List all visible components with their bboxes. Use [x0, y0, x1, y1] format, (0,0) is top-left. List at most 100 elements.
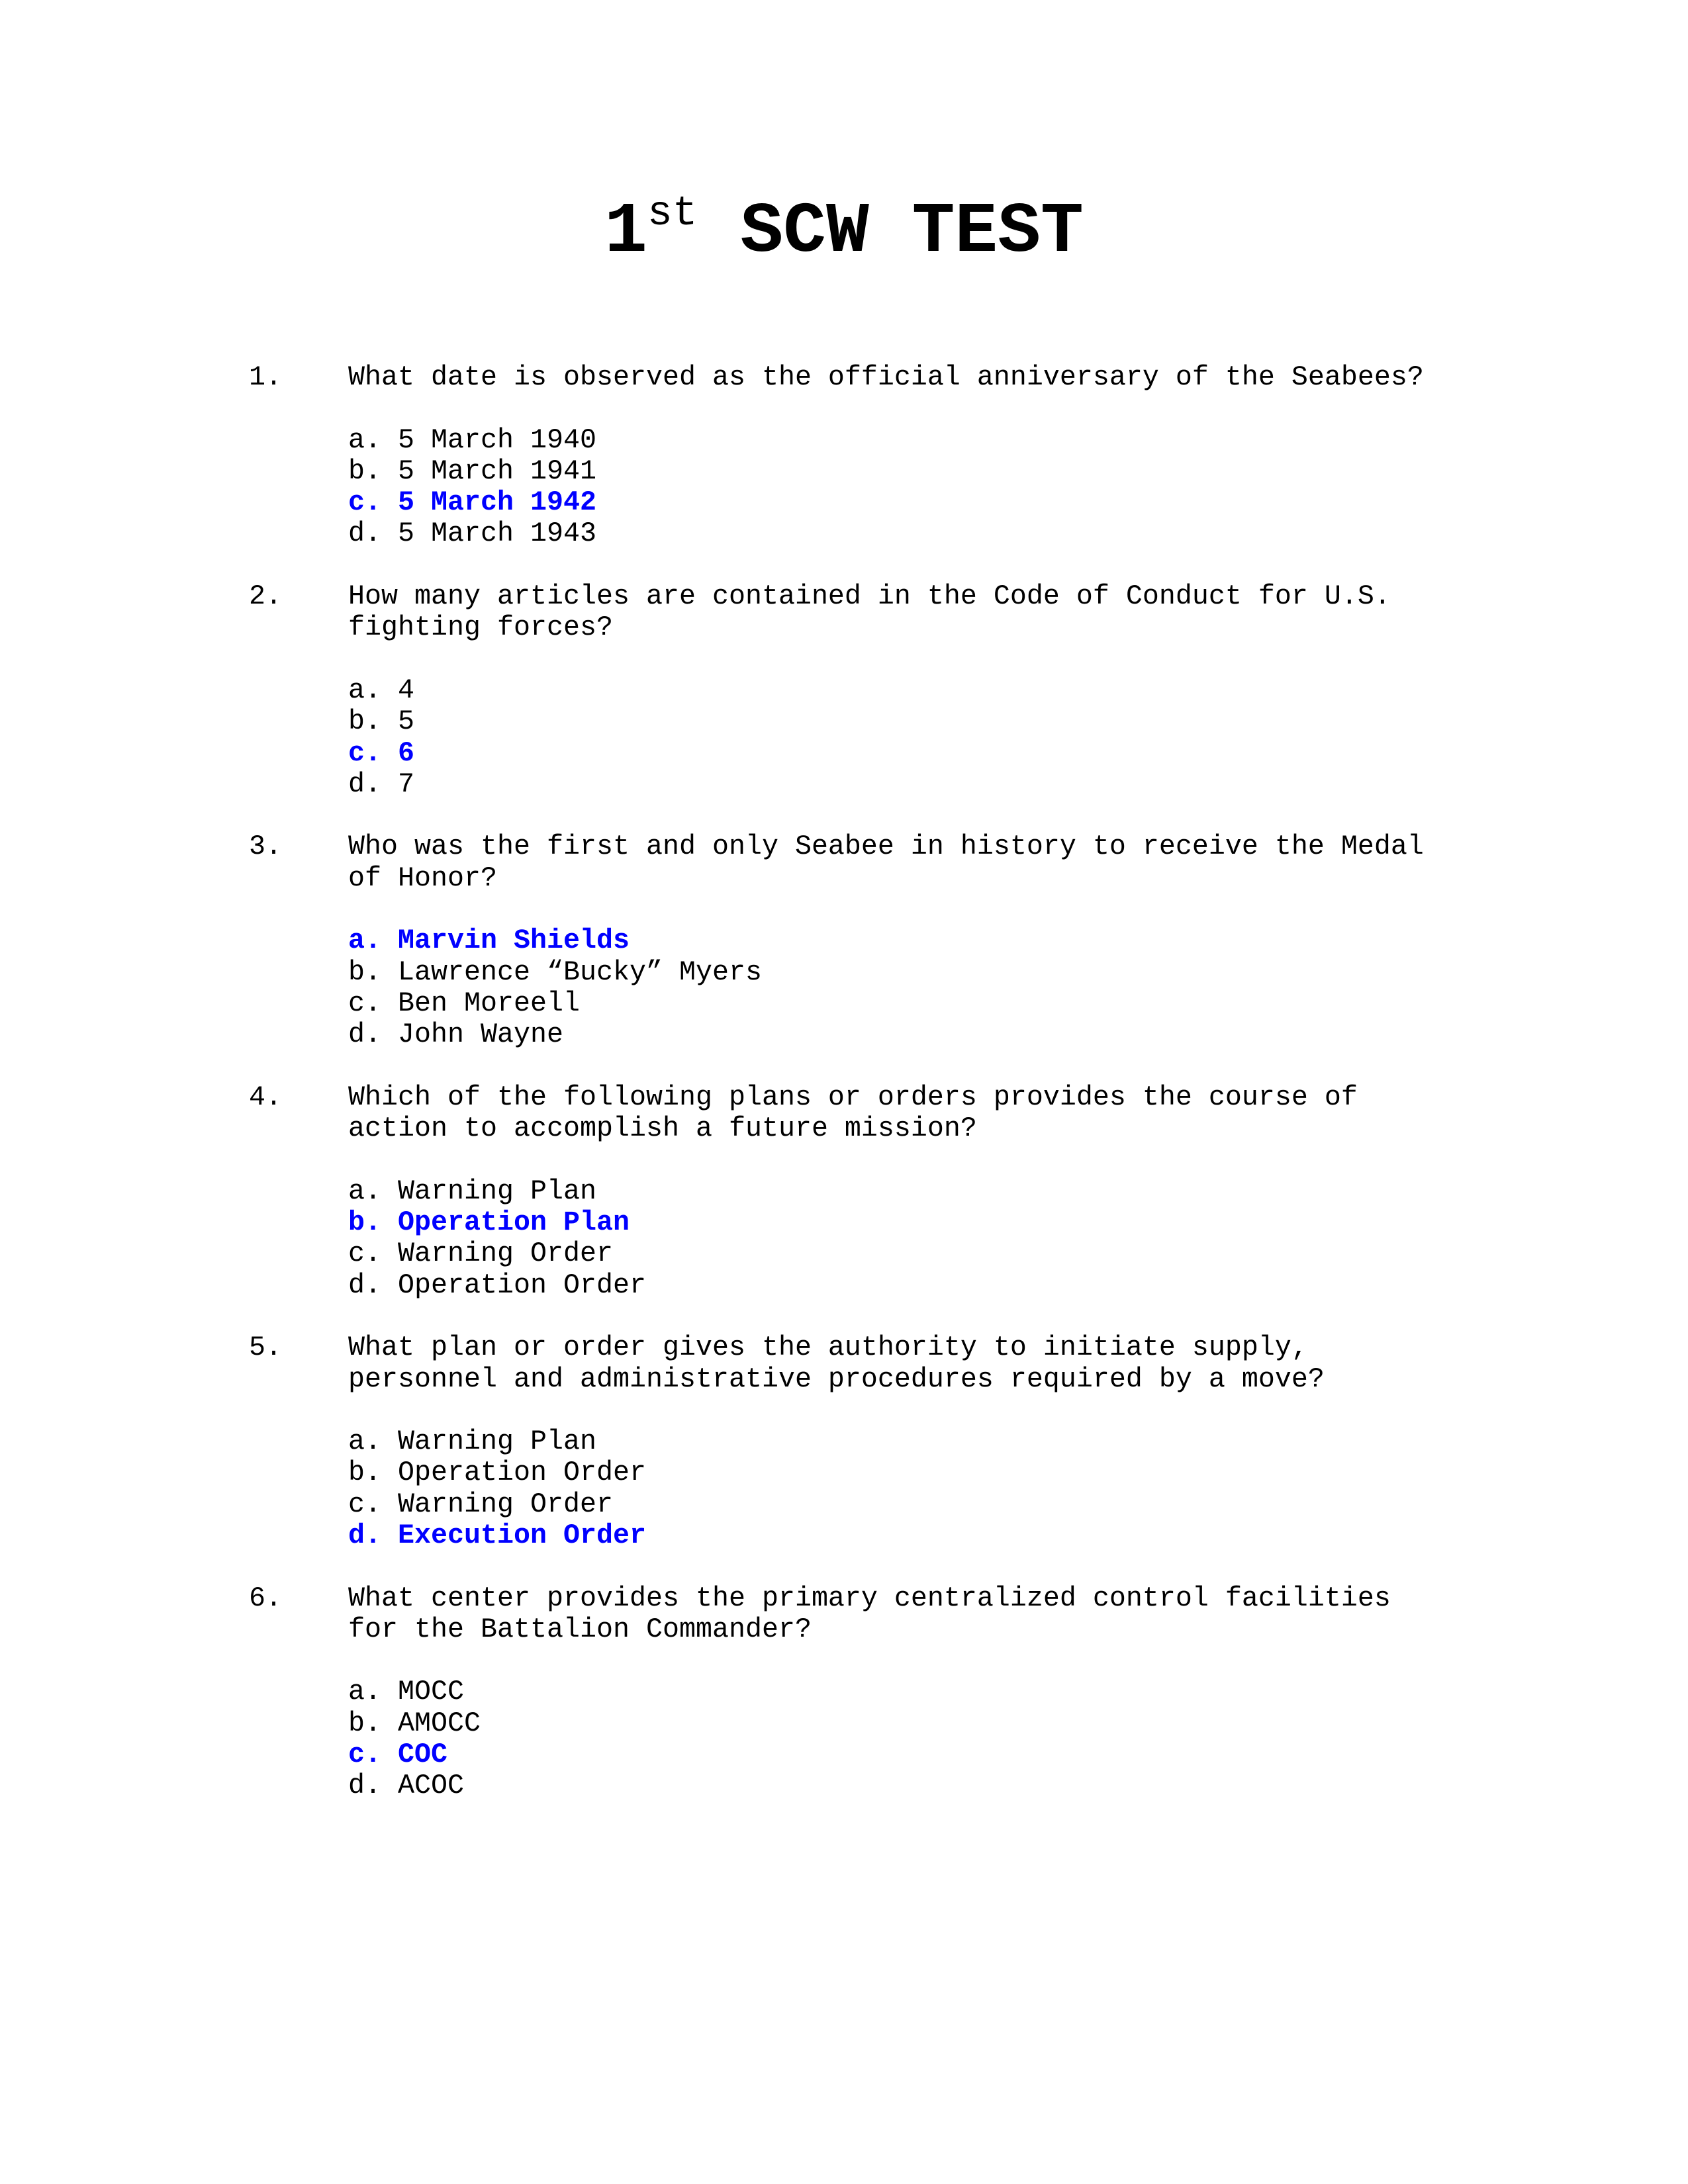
- option-letter: a.: [348, 424, 381, 456]
- option-letter: d.: [348, 1519, 381, 1551]
- correct-answer-option: c. COC: [348, 1739, 1507, 1770]
- option-text: Operation Plan: [398, 1206, 630, 1239]
- option-letter: a.: [348, 925, 381, 957]
- option-spacer: [381, 1175, 398, 1207]
- option-text: MOCC: [398, 1676, 464, 1708]
- answer-option: d. Operation Order: [348, 1269, 1507, 1301]
- option-text: 5 March 1943: [398, 518, 596, 550]
- option-spacer: [381, 1426, 398, 1457]
- option-letter: a.: [348, 674, 381, 706]
- question-text: Which of the following plans or orders p…: [348, 1081, 1358, 1145]
- option-spacer: [381, 1707, 398, 1739]
- option-text: 5: [398, 705, 414, 738]
- option-letter: c.: [348, 1739, 381, 1771]
- question-number: 1.: [249, 361, 282, 393]
- answer-options: a. Marvin Shields b. Lawrence “Bucky” Mye…: [348, 925, 1507, 1050]
- answer-option: a. 4: [348, 674, 1507, 706]
- option-text: Warning Plan: [398, 1426, 596, 1458]
- option-letter: b.: [348, 1707, 381, 1739]
- option-letter: d.: [348, 1770, 381, 1802]
- answer-options: a. Warning Plan b. Operation Plan c. Warni…: [348, 1175, 1507, 1301]
- option-spacer: [381, 424, 398, 456]
- option-spacer: [381, 455, 398, 487]
- option-letter: b.: [348, 1457, 381, 1489]
- option-letter: d.: [348, 518, 381, 550]
- answer-option: d. 5 March 1943: [348, 518, 1507, 549]
- option-letter: c.: [348, 1488, 381, 1520]
- option-spacer: [381, 1488, 398, 1520]
- option-text: Lawrence “Bucky” Myers: [398, 956, 762, 988]
- document-page: 1st SCW TEST 1. What date is observed as…: [0, 0, 1688, 2184]
- answer-option: d. 7: [348, 768, 1507, 800]
- option-text: Warning Order: [398, 1488, 613, 1520]
- answer-options: a. MOCC b. AMOCC c. COC d. ACOC: [348, 1676, 1507, 1801]
- option-letter: d.: [348, 768, 381, 800]
- option-spacer: [381, 486, 398, 518]
- option-spacer: [381, 737, 398, 769]
- option-spacer: [381, 987, 398, 1019]
- option-text: AMOCC: [398, 1707, 481, 1739]
- answer-options: a. Warning Plan b. Operation Order c. Warn…: [348, 1426, 1507, 1551]
- question-number: 2.: [249, 580, 282, 613]
- option-letter: b.: [348, 455, 381, 487]
- option-text: Marvin Shields: [398, 925, 630, 957]
- option-text: Execution Order: [398, 1519, 646, 1551]
- option-text: 5 March 1941: [398, 455, 596, 487]
- answer-option: d. John Wayne: [348, 1019, 1507, 1050]
- option-text: Ben Moreell: [398, 987, 580, 1019]
- title-superscript: st: [647, 190, 698, 237]
- option-spacer: [381, 1739, 398, 1770]
- option-text: ACOC: [398, 1770, 464, 1802]
- option-letter: a.: [348, 1175, 381, 1207]
- answer-option: b. 5 March 1941: [348, 455, 1507, 487]
- question-list: 1. What date is observed as the official…: [249, 361, 1507, 1833]
- question-number: 3.: [249, 831, 282, 863]
- question-item-5: 5. What plan or order gives the authorit…: [249, 1332, 1507, 1551]
- option-text: 7: [398, 768, 414, 800]
- answer-option: b. Lawrence “Bucky” Myers: [348, 956, 1507, 988]
- option-spacer: [381, 518, 398, 549]
- option-spacer: [381, 925, 398, 956]
- option-letter: b.: [348, 956, 381, 988]
- answer-option: c. Warning Order: [348, 1238, 1507, 1269]
- option-letter: d.: [348, 1269, 381, 1301]
- option-letter: d.: [348, 1019, 381, 1051]
- answer-option: c. Ben Moreell: [348, 987, 1507, 1019]
- question-item-6: 6. What center provides the primary cent…: [249, 1582, 1507, 1802]
- option-letter: a.: [348, 1676, 381, 1708]
- answer-option: a. 5 March 1940: [348, 424, 1507, 456]
- option-spacer: [381, 1520, 398, 1551]
- question-item-4: 4. Which of the following plans or order…: [249, 1081, 1507, 1301]
- option-spacer: [381, 1019, 398, 1050]
- option-text: Warning Order: [398, 1238, 613, 1270]
- option-spacer: [381, 1269, 398, 1301]
- question-text: Who was the first and only Seabee in his…: [348, 831, 1424, 894]
- title-text: SCW TEST: [697, 192, 1084, 273]
- option-text: 6: [398, 737, 414, 769]
- answer-option: d. ACOC: [348, 1770, 1507, 1801]
- page-title: 1st SCW TEST: [0, 189, 1688, 283]
- question-number: 6.: [249, 1582, 282, 1614]
- question-text: How many articles are contained in the C…: [348, 580, 1391, 644]
- option-letter: c.: [348, 1238, 381, 1270]
- answer-option: b. 5: [348, 706, 1507, 737]
- option-text: Warning Plan: [398, 1175, 596, 1207]
- question-item-3: 3. Who was the first and only Seabee in …: [249, 831, 1507, 1050]
- option-spacer: [381, 674, 398, 706]
- correct-answer-option: b. Operation Plan: [348, 1206, 1507, 1239]
- answer-option: a. Warning Plan: [348, 1426, 1507, 1457]
- answer-option: a. MOCC: [348, 1676, 1507, 1707]
- option-spacer: [381, 768, 398, 800]
- option-text: Operation Order: [398, 1457, 646, 1489]
- option-letter: b.: [348, 705, 381, 738]
- option-spacer: [381, 1206, 398, 1238]
- question-item-1: 1. What date is observed as the official…: [249, 361, 1507, 550]
- correct-answer-option: c. 6: [348, 737, 1507, 769]
- option-text: 5 March 1942: [398, 486, 596, 519]
- option-spacer: [381, 1238, 398, 1269]
- option-text: John Wayne: [398, 1019, 563, 1051]
- answer-option: a. Warning Plan: [348, 1175, 1507, 1207]
- answer-option: b. Operation Order: [348, 1457, 1507, 1488]
- option-text: 4: [398, 674, 414, 706]
- answer-options: a. 4 b. 5 c. 6 d. 7: [348, 674, 1507, 800]
